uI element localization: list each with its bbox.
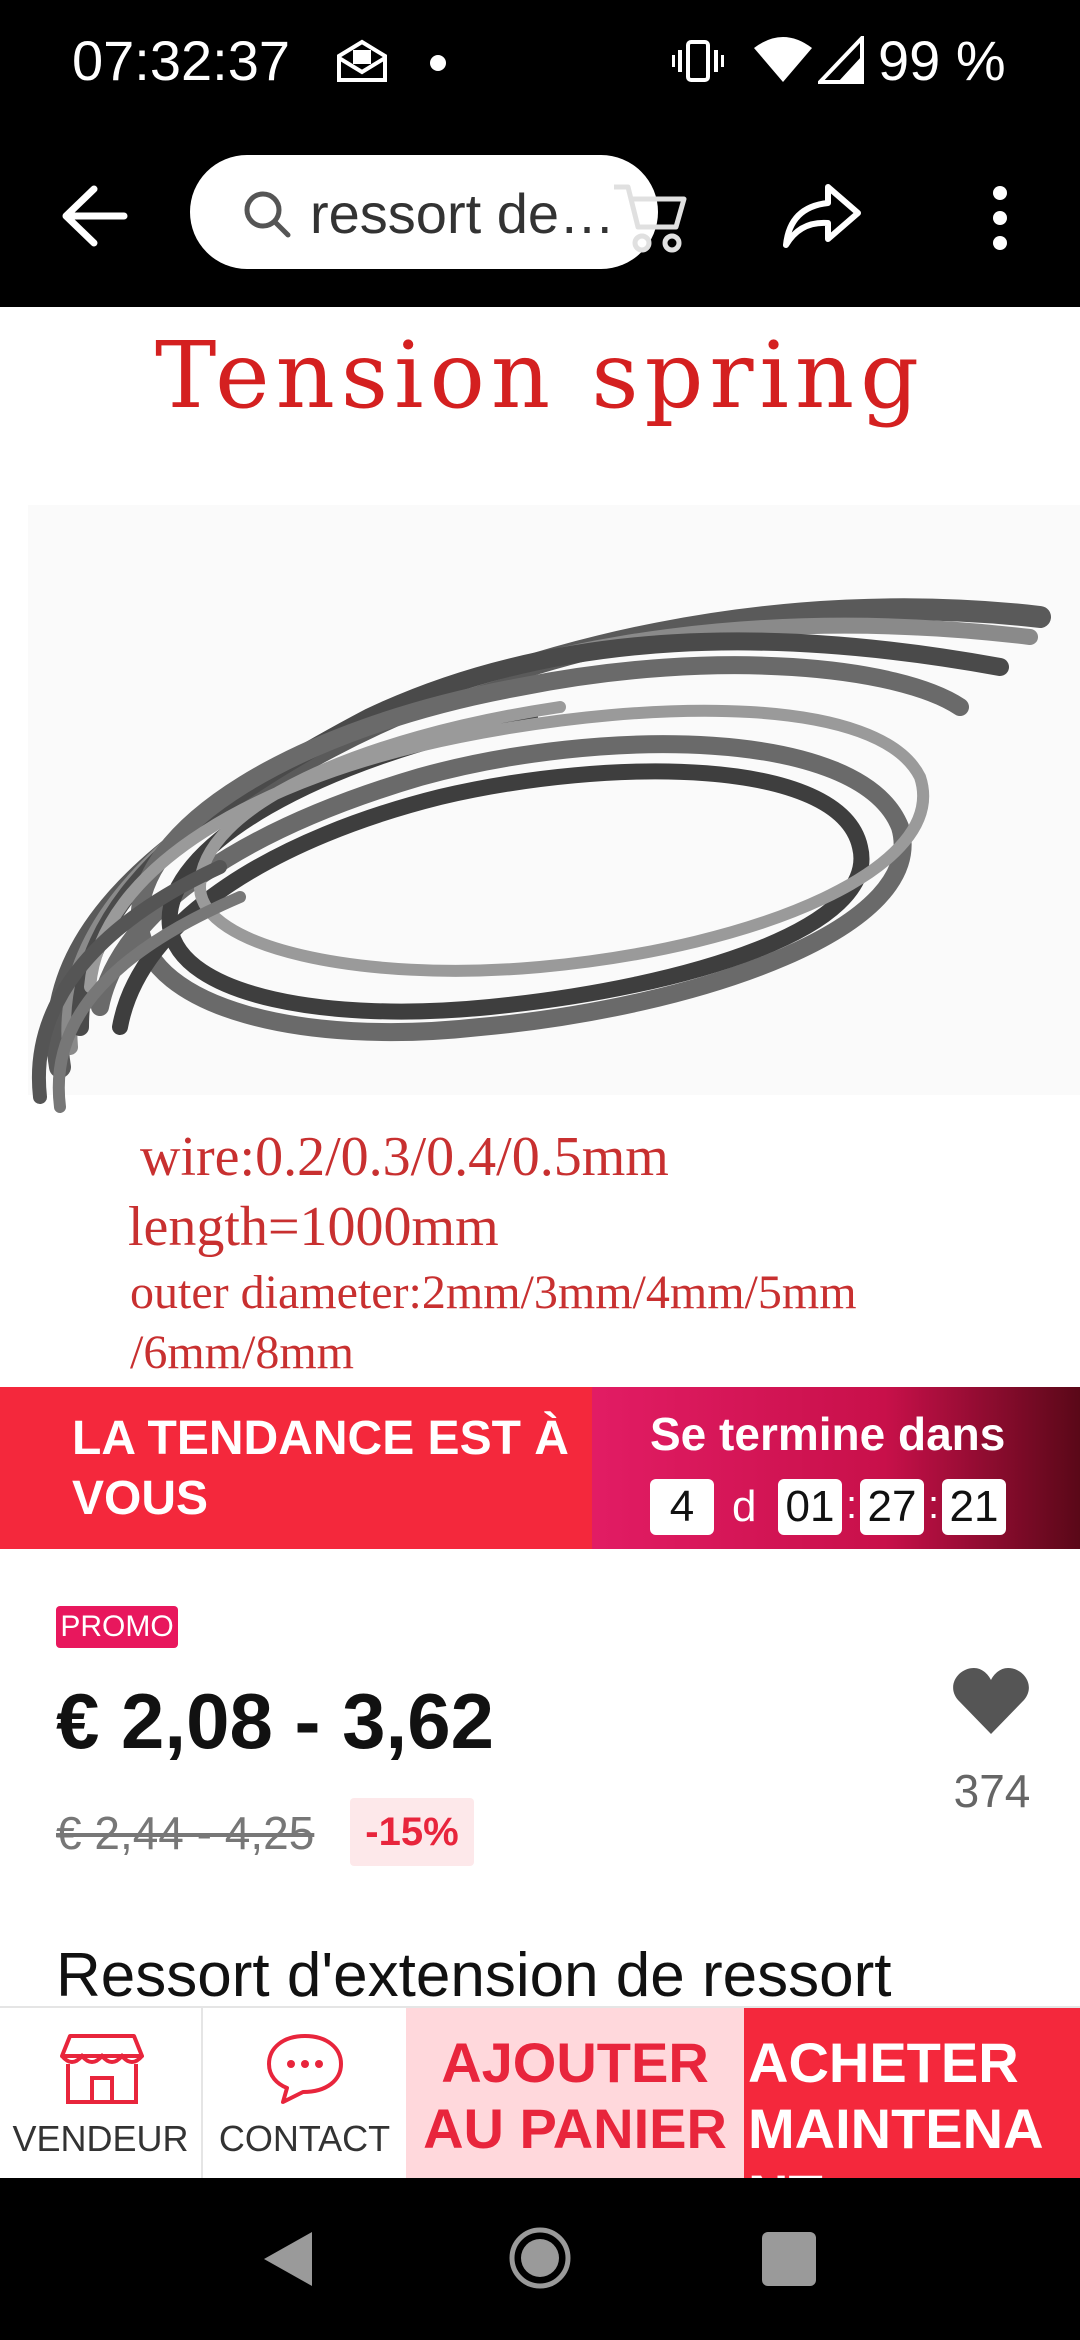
promo-badge: PROMO: [56, 1606, 178, 1648]
add-to-cart-label: AJOUTER AU PANIER: [423, 2031, 727, 2160]
countdown-separator: :: [928, 1483, 940, 1527]
search-query: ressort de…: [310, 182, 615, 245]
image-wire-spec: wire:0.2/0.3/0.4/0.5mm: [140, 1126, 669, 1188]
vendor-button[interactable]: VENDEUR: [0, 2008, 203, 2180]
bottom-action-bar: VENDEUR CONTACT AJOUTER AU PANIER ACHETE…: [0, 2006, 1080, 2180]
battery-percent: 99 %: [878, 29, 1006, 92]
vibrate-icon: [672, 40, 724, 82]
notification-dot: [430, 55, 446, 71]
trend-banner-left: LA TENDANCE EST À VOUS: [0, 1387, 600, 1549]
image-outer-diameter-spec: outer diameter:2mm/3mm/4mm/5mm: [130, 1266, 857, 1319]
nav-recents-icon[interactable]: [762, 2232, 816, 2286]
wishlist-heart-icon[interactable]: [952, 1666, 1030, 1736]
mail-notification-icon: [337, 39, 387, 82]
signal-icon: [818, 36, 864, 84]
image-length-spec: length=1000mm: [128, 1196, 499, 1258]
countdown-seconds: 21: [942, 1479, 1006, 1535]
more-options-icon[interactable]: [985, 185, 1015, 251]
current-price: € 2,08 - 3,62: [56, 1677, 494, 1765]
trend-banner[interactable]: LA TENDANCE EST À VOUS Se termine dans 4…: [0, 1387, 1080, 1549]
wifi-icon: [754, 37, 812, 82]
status-time: 07:32:37: [72, 29, 290, 92]
product-image[interactable]: Tension spring wire:0.2/0.3/0.4/0.5mm le…: [0, 307, 1080, 1387]
vendor-label: VENDEUR: [12, 2118, 189, 2159]
wishlist-count: 374: [953, 1765, 1031, 1817]
nav-home-icon[interactable]: [508, 2226, 572, 2290]
status-bar: 07:32:37 99 %: [0, 0, 1080, 125]
countdown-separator: :: [846, 1483, 858, 1527]
search-icon: [244, 191, 291, 238]
discount-badge: -15%: [350, 1798, 474, 1866]
image-outer-diameter-spec-cont: /6mm/8mm: [130, 1326, 355, 1379]
trend-text: LA TENDANCE EST À VOUS: [72, 1412, 569, 1525]
share-icon[interactable]: [782, 181, 862, 251]
original-price: € 2,44 - 4,25: [56, 1807, 315, 1859]
countdown-days: 4: [650, 1479, 714, 1535]
countdown-hours: 01: [778, 1479, 842, 1535]
cart-icon[interactable]: [610, 173, 690, 257]
search-box[interactable]: ressort de…: [190, 155, 658, 269]
countdown-minutes: 27: [860, 1479, 924, 1535]
contact-button[interactable]: CONTACT: [203, 2008, 406, 2180]
add-to-cart-button[interactable]: AJOUTER AU PANIER: [406, 2008, 744, 2180]
buy-now-button[interactable]: ACHETER MAINTENANT: [744, 2008, 1080, 2180]
store-icon: [60, 2034, 144, 2104]
nav-back-icon[interactable]: [258, 2228, 318, 2290]
contact-label: CONTACT: [218, 2118, 391, 2159]
countdown-days-unit: d: [732, 1482, 757, 1531]
system-navigation-bar: [0, 2178, 1080, 2340]
countdown-panel: Se termine dans 4 d 01 : 27 : 21: [592, 1387, 1080, 1549]
back-arrow-icon[interactable]: [58, 183, 130, 249]
top-toolbar: ressort de…: [0, 125, 1080, 307]
ends-label: Se termine dans: [650, 1408, 1006, 1460]
product-title: Ressort d'extension de ressort: [56, 1941, 892, 2010]
buy-now-label: ACHETER MAINTENANT: [748, 2031, 1044, 2180]
chat-icon: [267, 2034, 343, 2104]
